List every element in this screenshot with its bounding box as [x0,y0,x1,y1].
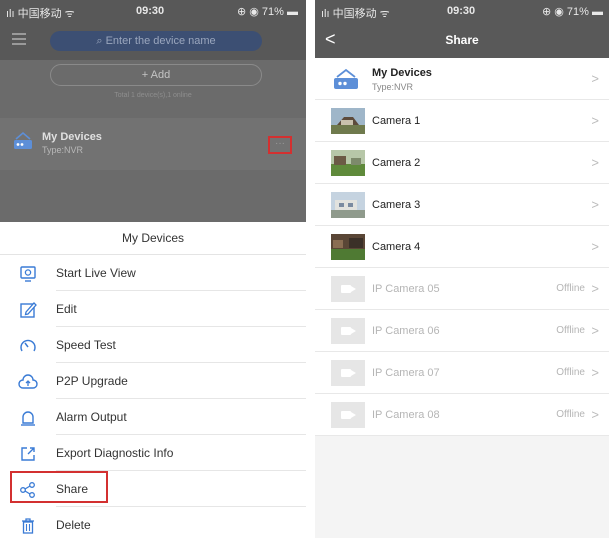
status-time: 09:30 [136,5,165,17]
nvr-device-icon [331,66,365,92]
camera-row[interactable]: Camera 1 > [315,100,609,142]
monitor-icon [18,264,38,284]
camera-thumbnail [331,192,365,218]
menu-item-export-diagnostic-info[interactable]: Export Diagnostic Info [0,435,306,471]
menu-item-alarm-output[interactable]: Alarm Output [0,399,306,435]
menu-item-label: Speed Test [56,338,116,352]
device-card[interactable]: My Devices Type:NVR [0,118,306,170]
menu-item-label: Export Diagnostic Info [56,446,174,460]
chevron-right-icon: > [591,365,599,380]
camera-name: IP Camera 08 [372,409,440,421]
offline-status: Offline [556,325,585,336]
device-name: My Devices [42,131,102,143]
menu-item-delete[interactable]: Delete [0,507,306,538]
camera-name: IP Camera 06 [372,325,440,337]
edit-icon [18,300,38,320]
camera-name: IP Camera 05 [372,283,440,295]
chevron-right-icon: > [591,71,599,86]
search-input[interactable]: ⌕ Enter the device name [50,31,262,51]
camera-placeholder-icon [331,276,365,302]
chevron-right-icon: > [591,155,599,170]
action-sheet-title: My Devices [121,231,184,245]
camera-row-offline[interactable]: IP Camera 05 Offline > [315,268,609,310]
chevron-right-icon: > [591,407,599,422]
camera-name: IP Camera 07 [372,367,440,379]
camera-name: Camera 2 [372,157,421,169]
device-count-text: Total 1 device(s),1 online [114,92,192,99]
status-bar: ılı 中国移动 ᯤ 09:30 ⊕ ◉ 71% ▬ [315,0,609,22]
add-device-button[interactable]: + Add [50,64,262,86]
camera-placeholder-icon [331,318,365,344]
right-phone-screen: ılı 中国移动 ᯤ 09:30 ⊕ ◉ 71% ▬ < Share My De… [315,0,609,538]
menu-item-edit[interactable]: Edit [0,291,306,327]
offline-status: Offline [556,367,585,378]
battery-indicator: ⊕ ◉ 71% ▬ [237,6,298,18]
device-type: Type:NVR [372,82,414,92]
chevron-right-icon: > [591,113,599,128]
camera-thumbnail [331,234,365,260]
hamburger-menu-icon[interactable] [12,33,26,45]
chevron-right-icon: > [591,323,599,338]
camera-row[interactable]: Camera 4 > [315,226,609,268]
menu-item-label: P2P Upgrade [56,374,128,388]
action-sheet: My Devices Start Live View Edit Speed Te… [0,222,306,538]
camera-name: Camera 4 [372,241,421,253]
menu-item-label: Edit [56,302,77,316]
camera-row[interactable]: Camera 2 > [315,142,609,184]
menu-item-p2p-upgrade[interactable]: P2P Upgrade [0,363,306,399]
device-row[interactable]: My Devices Type:NVR > [315,58,609,100]
menu-item-label: Start Live View [56,266,136,280]
nav-bar: < Share [315,22,609,58]
page-title: Share [445,33,479,47]
camera-row-offline[interactable]: IP Camera 08 Offline > [315,394,609,436]
camera-row-offline[interactable]: IP Camera 07 Offline > [315,352,609,394]
camera-thumbnail [331,108,365,134]
alarm-bell-icon [18,408,38,428]
camera-name: Camera 1 [372,115,421,127]
menu-item-speed-test[interactable]: Speed Test [0,327,306,363]
speedometer-icon [18,336,38,356]
top-bar: ⌕ Enter the device name [0,22,306,60]
camera-thumbnail [331,150,365,176]
menu-item-start-live-view[interactable]: Start Live View [0,255,306,291]
carrier-label: ılı 中国移动 ᯤ [6,8,75,20]
device-name: My Devices [372,67,432,79]
cloud-upload-icon [18,372,38,392]
camera-row[interactable]: Camera 3 > [315,184,609,226]
share-highlight-box [10,471,108,503]
share-device-list: My Devices Type:NVR > Camera 1 > Camera … [315,58,609,436]
camera-placeholder-icon [331,402,365,428]
offline-status: Offline [556,283,585,294]
more-options-button[interactable]: ··· [268,136,292,154]
chevron-right-icon: > [591,281,599,296]
carrier-label: ılı 中国移动 ᯤ [321,8,390,20]
chevron-right-icon: > [591,197,599,212]
camera-name: Camera 3 [372,199,421,211]
status-time: 09:30 [447,5,476,17]
offline-status: Offline [556,409,585,420]
battery-indicator: ⊕ ◉ 71% ▬ [542,6,603,18]
device-type: Type:NVR [42,145,84,155]
chevron-right-icon: > [591,239,599,254]
camera-row-offline[interactable]: IP Camera 06 Offline > [315,310,609,352]
status-bar: ılı 中国移动 ᯤ 09:30 ⊕ ◉ 71% ▬ [0,0,306,22]
menu-item-label: Delete [56,518,91,532]
export-icon [18,444,38,464]
camera-placeholder-icon [331,360,365,386]
trash-icon [18,516,38,536]
left-phone-screen: ılı 中国移动 ᯤ 09:30 ⊕ ◉ 71% ▬ ⌕ Enter the d… [0,0,306,538]
nvr-device-icon [12,131,34,156]
menu-item-label: Alarm Output [56,410,127,424]
